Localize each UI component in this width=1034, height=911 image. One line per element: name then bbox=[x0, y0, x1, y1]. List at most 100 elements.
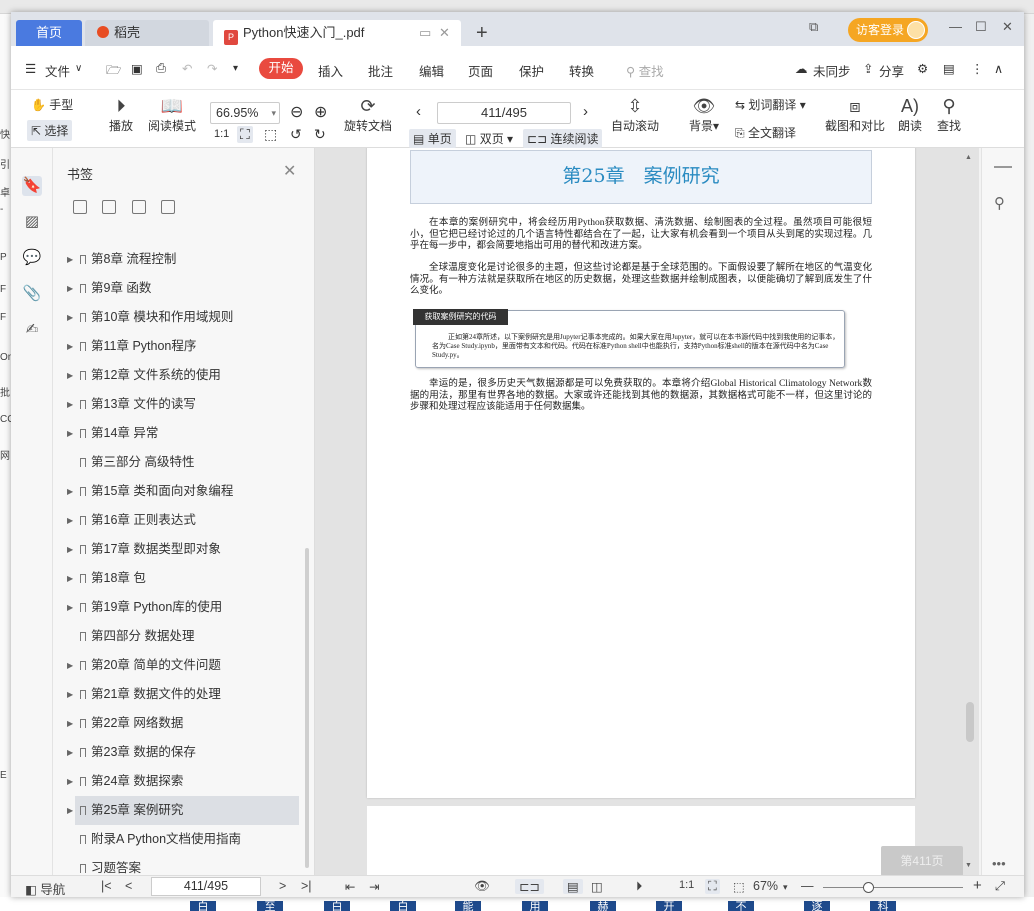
fit-width-status-icon[interactable]: ⬚ bbox=[733, 879, 745, 894]
find-button[interactable]: ⚲ 查找 bbox=[935, 95, 963, 134]
fit-page-status-icon[interactable]: ⛶ bbox=[705, 879, 720, 894]
hand-tool[interactable]: ✋ 手型 bbox=[31, 96, 73, 113]
menu-insert[interactable]: 插入 bbox=[318, 61, 343, 80]
sync-status[interactable]: 未同步 bbox=[813, 61, 851, 80]
bookmark-item[interactable]: 第三部分 高级特性 bbox=[53, 448, 315, 477]
prev-page-status-icon[interactable]: < bbox=[125, 879, 132, 893]
word-translate-button[interactable]: ⇆ 划词翻译 ▾ bbox=[735, 96, 806, 113]
chevron-down-icon[interactable]: ∨ bbox=[75, 63, 82, 74]
feedback-icon[interactable]: ▤ bbox=[943, 61, 955, 76]
menu-file[interactable]: 文件 bbox=[45, 61, 70, 80]
zoom-in-icon[interactable]: ⊕ bbox=[314, 102, 327, 122]
continuous-status-icon[interactable]: ⊏⊐ bbox=[515, 879, 544, 894]
page-number-input[interactable]: 411/495 bbox=[437, 102, 571, 124]
expand-caret-icon[interactable]: ▶ bbox=[67, 361, 73, 390]
full-translate-button[interactable]: ⎘ 全文翻译 bbox=[735, 124, 796, 141]
bookmark-item[interactable]: 第四部分 数据处理 bbox=[53, 622, 315, 651]
expand-caret-icon[interactable]: ▶ bbox=[67, 419, 73, 448]
expand-caret-icon[interactable]: ▶ bbox=[67, 593, 73, 622]
maximize-icon[interactable]: ☐ bbox=[975, 19, 987, 35]
bookmark-item[interactable]: 附录A Python文档使用指南 bbox=[53, 825, 315, 854]
bookmark-item[interactable]: ▶ 第24章 数据探索 bbox=[53, 767, 315, 796]
bookmark-item[interactable]: ▶ 第25章 案例研究 bbox=[67, 796, 299, 825]
panel-handle-icon[interactable] bbox=[994, 166, 1012, 168]
expand-caret-icon[interactable]: ▶ bbox=[67, 738, 73, 767]
next-page-icon[interactable]: › bbox=[583, 103, 588, 120]
expand-caret-icon[interactable]: ▶ bbox=[67, 680, 73, 709]
bookmark-collapse-icon[interactable] bbox=[161, 200, 176, 214]
expand-caret-icon[interactable]: ▶ bbox=[67, 651, 73, 680]
zoom-slider[interactable] bbox=[823, 882, 963, 893]
double-page-button[interactable]: ◫ 双页 ▾ bbox=[465, 130, 513, 147]
bookmark-item[interactable]: ▶ 第21章 数据文件的处理 bbox=[53, 680, 315, 709]
first-page-icon[interactable]: |< bbox=[101, 879, 112, 893]
screenshot-compare-button[interactable]: ⧈ 截图和对比 bbox=[824, 95, 886, 134]
zoom-slider-knob[interactable] bbox=[863, 882, 874, 893]
bookmark-item[interactable]: ▶ 第8章 流程控制 bbox=[53, 245, 315, 274]
expand-caret-icon[interactable]: ▶ bbox=[67, 332, 73, 361]
zoom-out-icon[interactable]: ⊖ bbox=[290, 102, 303, 122]
auto-scroll-button[interactable]: ⇳ 自动滚动 bbox=[608, 95, 662, 134]
bookmark-item[interactable]: ▶ 第10章 模块和作用域规则 bbox=[53, 303, 315, 332]
menu-start[interactable]: 开始 bbox=[259, 58, 303, 79]
nav-toggle[interactable]: ◧ 导航 bbox=[25, 879, 65, 897]
thumbnail-panel-icon[interactable]: ▨ bbox=[22, 212, 42, 232]
menu-protect[interactable]: 保护 bbox=[519, 61, 544, 80]
expand-caret-icon[interactable]: ▶ bbox=[67, 303, 73, 332]
add-bookmark-icon[interactable] bbox=[73, 200, 87, 214]
expand-caret-icon[interactable]: ▶ bbox=[67, 274, 73, 303]
expand-caret-icon[interactable]: ▶ bbox=[67, 245, 73, 274]
tab-home[interactable]: 首页 bbox=[16, 20, 82, 46]
bookmark-item[interactable]: ▶ 第15章 类和面向对象编程 bbox=[53, 477, 315, 506]
bookmark-item[interactable]: ▶ 第18章 包 bbox=[53, 564, 315, 593]
tab-close-icon[interactable]: ✕ bbox=[439, 20, 450, 46]
fit-width-icon[interactable]: ⬚ bbox=[264, 126, 277, 143]
open-folder-icon[interactable]: 🗁 bbox=[106, 61, 122, 82]
bookmark-expand-icon[interactable] bbox=[131, 200, 146, 214]
ai-search-icon[interactable]: ⚲ bbox=[994, 194, 1005, 212]
expand-caret-icon[interactable]: ▶ bbox=[67, 477, 73, 506]
bookmark-panel-icon[interactable]: 🔖 bbox=[22, 176, 42, 196]
document-scrollbar[interactable]: ▲ ▼ bbox=[963, 152, 974, 874]
play-button[interactable]: ⏵ 播放 bbox=[106, 95, 136, 134]
scroll-up-icon[interactable]: ▲ bbox=[965, 154, 972, 161]
expand-caret-icon[interactable]: ▶ bbox=[67, 767, 73, 796]
background-button[interactable]: 👁 背景▾ bbox=[687, 95, 721, 134]
new-tab-icon[interactable]: + bbox=[476, 21, 488, 45]
bookmark-item[interactable]: ▶ 第11章 Python程序 bbox=[53, 332, 315, 361]
expand-caret-icon[interactable]: ▶ bbox=[67, 506, 73, 535]
quick-access-dropdown-icon[interactable]: ▾ bbox=[233, 63, 238, 74]
more-icon[interactable]: ⋮ bbox=[971, 61, 984, 76]
zoom-dropdown-icon[interactable]: ▾ bbox=[783, 882, 788, 893]
more-options-icon[interactable]: ••• bbox=[992, 856, 1006, 871]
expand-caret-icon[interactable]: ▶ bbox=[67, 390, 73, 419]
tab-daoke[interactable]: 稻壳 bbox=[85, 20, 209, 46]
close-icon[interactable]: ✕ bbox=[283, 161, 296, 181]
guest-login-button[interactable]: 访客登录 bbox=[848, 18, 928, 42]
zoom-in-status-icon[interactable]: + bbox=[973, 877, 982, 894]
tab-document[interactable]: P Python快速入门_.pdf ▭ ✕ bbox=[213, 20, 461, 46]
undo-icon[interactable]: ↶ bbox=[182, 61, 192, 76]
next-page-status-icon[interactable]: > bbox=[279, 879, 286, 893]
forward-icon[interactable]: ⇥ bbox=[369, 879, 379, 894]
expand-caret-icon[interactable]: ▶ bbox=[67, 796, 73, 825]
bookmark-item[interactable]: ▶ 第22章 网络数据 bbox=[53, 709, 315, 738]
menu-annotate[interactable]: 批注 bbox=[368, 61, 393, 80]
cloud-sync-icon[interactable]: ☁ bbox=[795, 61, 808, 76]
zoom-select[interactable]: 66.95% bbox=[210, 102, 280, 124]
play-status-icon[interactable]: ⏵ bbox=[636, 879, 642, 894]
zoom-out-status-icon[interactable]: — bbox=[801, 879, 814, 893]
bookmark-item[interactable]: ▶ 第9章 函数 bbox=[53, 274, 315, 303]
bookmark-item[interactable]: ▶ 第20章 简单的文件问题 bbox=[53, 651, 315, 680]
hamburger-icon[interactable]: ☰ bbox=[25, 61, 36, 76]
menu-search[interactable]: ⚲ 查找 bbox=[626, 61, 664, 80]
back-icon[interactable]: ⇤ bbox=[345, 879, 355, 894]
rotate-right-icon[interactable]: ↻ bbox=[314, 126, 326, 143]
fullscreen-icon[interactable]: ⤢ bbox=[995, 879, 1005, 894]
actual-size-icon[interactable]: 1:1 bbox=[214, 128, 229, 140]
menu-page[interactable]: 页面 bbox=[468, 61, 493, 80]
settings-icon[interactable]: ⚙ bbox=[917, 61, 928, 76]
close-window-icon[interactable]: ✕ bbox=[1002, 19, 1013, 35]
share-icon[interactable]: ⇪ bbox=[863, 61, 873, 76]
status-page-input[interactable]: 411/495 bbox=[151, 877, 261, 896]
